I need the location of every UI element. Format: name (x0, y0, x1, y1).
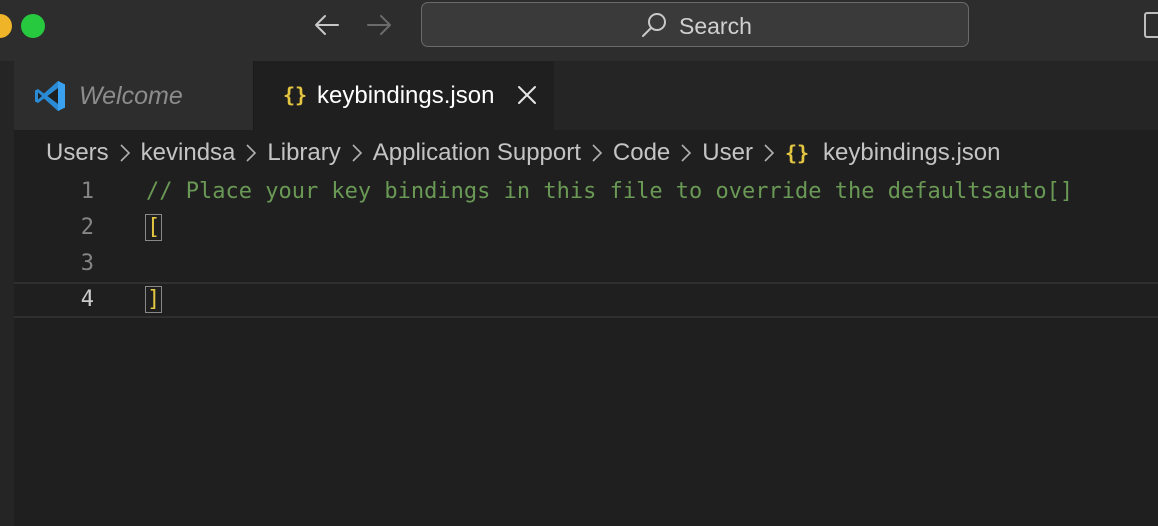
chevron-right-icon (352, 144, 362, 162)
editor-tab-bar: Welcome {} keybindings.json (14, 61, 1158, 130)
search-placeholder: Search (679, 13, 752, 39)
search-input[interactable]: Search (421, 2, 969, 47)
chevron-right-icon (120, 144, 130, 162)
activity-bar-edge (0, 61, 14, 526)
title-bar: Search (0, 0, 1158, 61)
close-bracket: ] (144, 286, 163, 313)
code-line: 2 [ (14, 210, 1158, 246)
code-text: ] (144, 284, 163, 316)
code-text: [ (144, 210, 163, 246)
minimize-window-button[interactable] (0, 14, 12, 38)
search-icon (642, 13, 666, 37)
open-bracket: [ (144, 214, 163, 241)
arrow-right-icon[interactable] (364, 10, 394, 40)
breadcrumb-item[interactable]: Code (613, 137, 670, 169)
vscode-icon (35, 81, 65, 111)
tab-keybindings-json[interactable]: {} keybindings.json (254, 61, 554, 130)
chevron-right-icon (764, 144, 775, 162)
line-number: 1 (80, 179, 94, 204)
tab-welcome[interactable]: Welcome (14, 61, 254, 130)
tab-label: Welcome (79, 82, 183, 110)
json-braces-icon: {} (283, 83, 308, 107)
line-number: 4 (80, 287, 94, 312)
breadcrumb-item[interactable]: kevindsa (141, 137, 236, 169)
code-line-current: 4 ] (14, 282, 1158, 318)
breadcrumb-item[interactable]: User (702, 137, 753, 169)
layout-toggle-icon[interactable] (1144, 12, 1158, 38)
vscode-window: Search Welcome {} keybindings.json Users… (0, 0, 1158, 526)
breadcrumb: Users kevindsa Library Application Suppo… (46, 137, 1001, 169)
arrow-left-icon[interactable] (312, 10, 342, 40)
line-number: 3 (80, 251, 94, 276)
close-icon[interactable] (516, 84, 538, 106)
line-number: 2 (80, 215, 94, 240)
breadcrumb-item[interactable]: Library (267, 137, 340, 169)
breadcrumb-item[interactable]: Application Support (373, 137, 581, 169)
chevron-right-icon (681, 144, 692, 162)
chevron-right-icon (592, 144, 603, 162)
chevron-right-icon (246, 144, 257, 162)
breadcrumb-file[interactable]: keybindings.json (823, 137, 1000, 169)
code-line: 1 // Place your key bindings in this fil… (14, 174, 1158, 210)
zoom-window-button[interactable] (21, 14, 45, 38)
code-text: // Place your key bindings in this file … (146, 179, 1074, 204)
tab-label: keybindings.json (317, 82, 495, 109)
code-line: 3 (14, 246, 1158, 282)
json-braces-icon: {} (784, 141, 810, 165)
code-editor[interactable]: 1 // Place your key bindings in this fil… (14, 172, 1158, 526)
breadcrumb-item[interactable]: Users (46, 137, 109, 169)
